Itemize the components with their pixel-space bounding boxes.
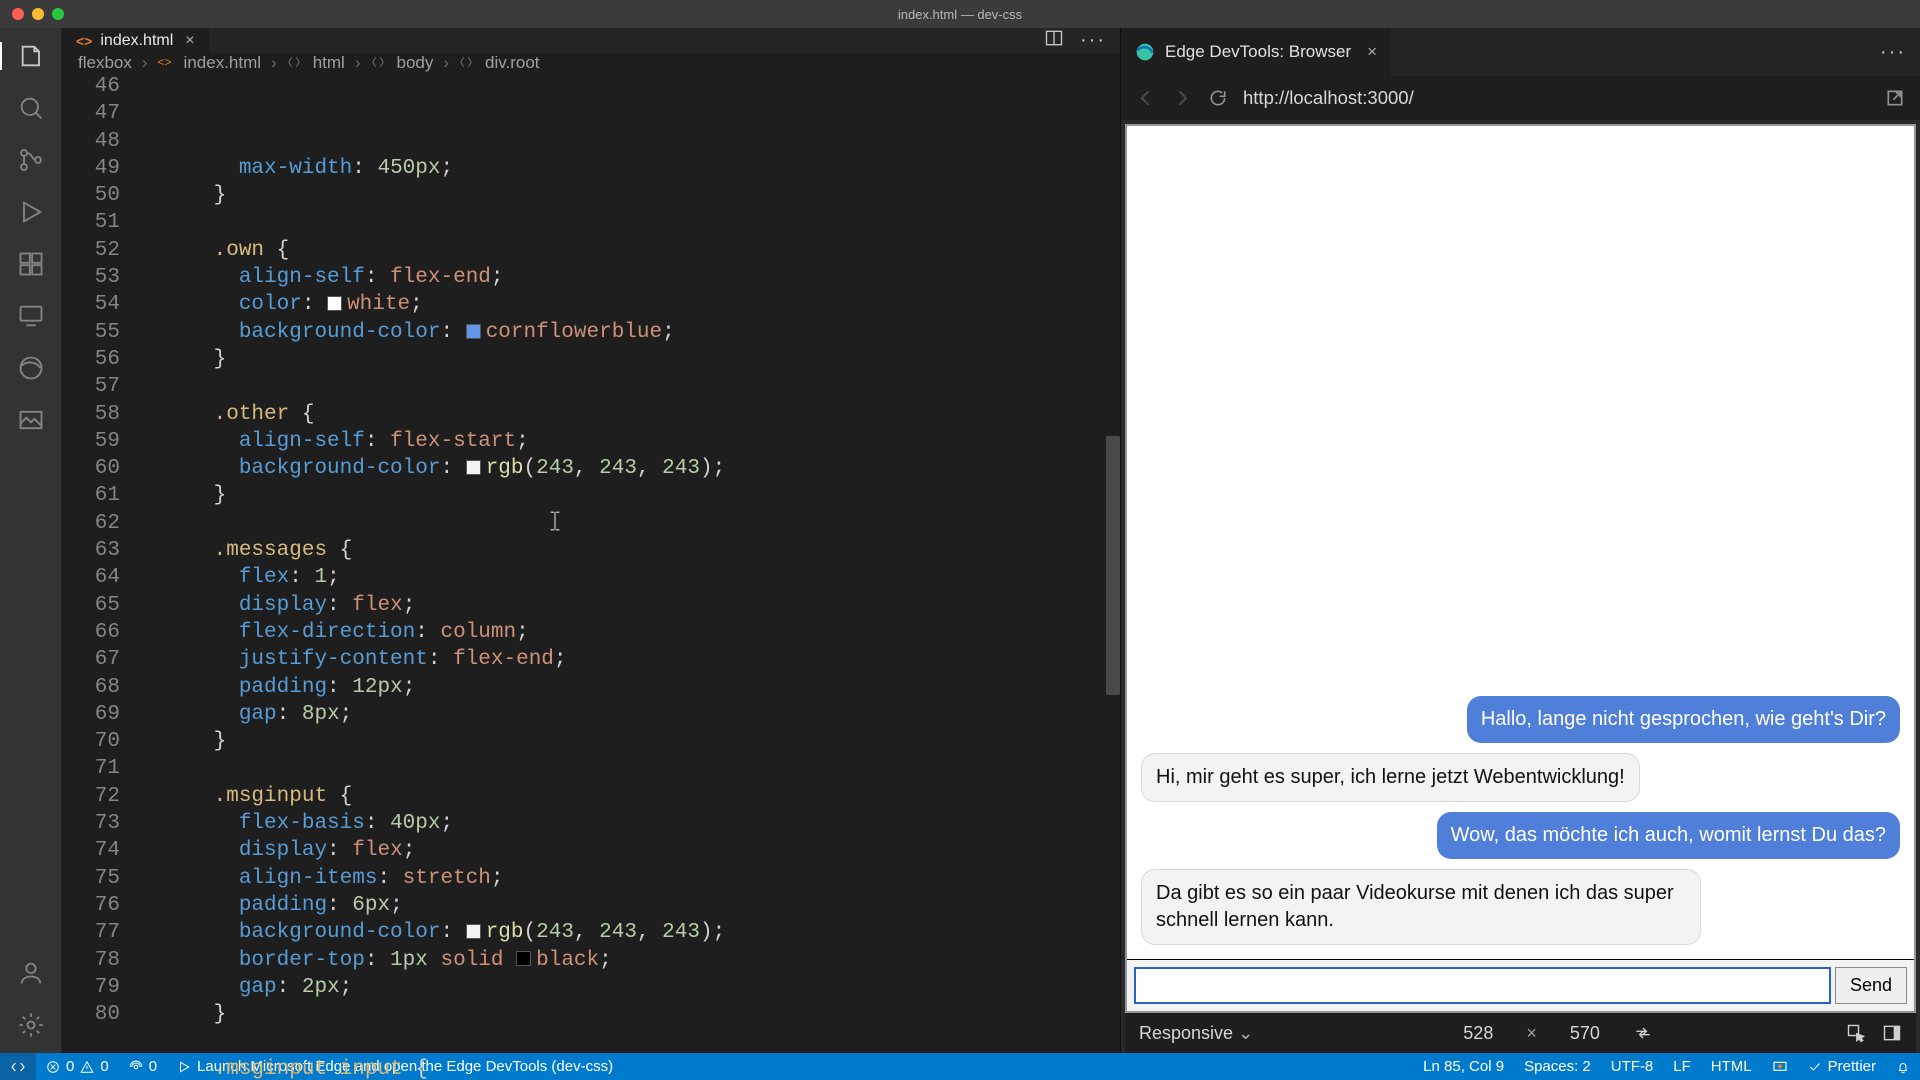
device-mode-select[interactable]: Responsive ⌄ xyxy=(1139,1023,1253,1044)
tab-edge-devtools[interactable]: Edge DevTools: Browser × xyxy=(1121,28,1391,76)
chat-bubble-other: Da gibt es so ein paar Videokurse mit de… xyxy=(1141,869,1701,945)
breadcrumb-html[interactable]: html xyxy=(313,53,345,73)
url-bar[interactable]: http://localhost:3000/ xyxy=(1243,87,1870,109)
cursor-position[interactable]: Ln 85, Col 9 xyxy=(1413,1053,1514,1080)
image-preview-icon[interactable] xyxy=(17,406,45,434)
nav-back-icon[interactable] xyxy=(1135,87,1157,109)
color-swatch-icon[interactable] xyxy=(327,296,342,311)
viewport-width-input[interactable] xyxy=(1446,1023,1510,1044)
breadcrumb-body[interactable]: body xyxy=(397,53,434,73)
code-editor[interactable]: 4647484950515253545556575859606162636465… xyxy=(62,73,1120,1080)
workbench: <> index.html × ··· flexbox › <> index.h… xyxy=(0,28,1920,1053)
dimension-separator: × xyxy=(1526,1023,1537,1044)
html-file-icon: <> xyxy=(158,55,174,71)
notifications-icon[interactable] xyxy=(1886,1053,1920,1080)
language-mode[interactable]: HTML xyxy=(1701,1053,1762,1080)
preview-viewport: Hallo, lange nicht gesprochen, wie geht'… xyxy=(1121,120,1920,1053)
close-window-button[interactable] xyxy=(12,8,24,20)
tab-close-icon[interactable]: × xyxy=(1367,42,1377,62)
minimize-window-button[interactable] xyxy=(32,8,44,20)
editor-scrollbar[interactable] xyxy=(1106,73,1120,1080)
more-actions-icon[interactable]: ··· xyxy=(1080,29,1106,52)
settings-gear-icon[interactable] xyxy=(17,1011,45,1039)
remote-explorer-icon[interactable] xyxy=(17,302,45,330)
browser-toolbar: http://localhost:3000/ xyxy=(1121,76,1920,120)
color-swatch-icon[interactable] xyxy=(466,924,481,939)
maximize-window-button[interactable] xyxy=(52,8,64,20)
breadcrumb-file[interactable]: index.html xyxy=(184,53,261,73)
color-swatch-icon[interactable] xyxy=(516,951,531,966)
editor-actions: ··· xyxy=(1030,28,1120,53)
viewport-height-input[interactable] xyxy=(1553,1023,1617,1044)
tab-index-html[interactable]: <> index.html × xyxy=(62,28,209,53)
breadcrumb-folder[interactable]: flexbox xyxy=(78,53,132,73)
element-selector-icon[interactable] xyxy=(1846,1023,1866,1043)
breadcrumbs[interactable]: flexbox › <> index.html › html › body › … xyxy=(62,53,1120,73)
indentation-status[interactable]: Spaces: 2 xyxy=(1514,1053,1601,1080)
encoding-status[interactable]: UTF-8 xyxy=(1601,1053,1664,1080)
chat-bubble-own: Hallo, lange nicht gesprochen, wie geht'… xyxy=(1467,696,1900,743)
device-emulation-bar: Responsive ⌄ × xyxy=(1125,1013,1916,1053)
chevron-right-icon: › xyxy=(271,53,277,73)
chat-bubble-own: Wow, das möchte ich auch, womit lernst D… xyxy=(1437,812,1900,859)
edge-browser-icon xyxy=(1135,42,1155,62)
explorer-icon[interactable] xyxy=(18,42,46,70)
macos-titlebar: index.html — dev-css xyxy=(0,0,1920,28)
more-actions-icon[interactable]: ··· xyxy=(1866,28,1920,76)
accounts-icon[interactable] xyxy=(17,959,45,987)
rotate-icon[interactable] xyxy=(1633,1023,1653,1043)
edge-tools-icon[interactable] xyxy=(17,354,45,382)
split-editor-icon[interactable] xyxy=(1044,28,1064,53)
symbol-icon xyxy=(459,55,475,71)
chevron-right-icon: › xyxy=(355,53,361,73)
devtools-column: Edge DevTools: Browser × ··· http://loca… xyxy=(1120,28,1920,1053)
chat-messages: Hallo, lange nicht gesprochen, wie geht'… xyxy=(1127,126,1914,959)
chat-text-input[interactable] xyxy=(1134,967,1831,1004)
devtools-tab-label: Edge DevTools: Browser xyxy=(1165,42,1351,62)
tab-close-icon[interactable]: × xyxy=(185,32,194,50)
prettier-status[interactable]: Prettier xyxy=(1798,1053,1886,1080)
window-controls xyxy=(12,8,64,20)
send-button[interactable]: Send xyxy=(1835,967,1907,1004)
rendered-page[interactable]: Hallo, lange nicht gesprochen, wie geht'… xyxy=(1125,124,1916,1013)
chevron-right-icon: › xyxy=(142,53,148,73)
editor-column: <> index.html × ··· flexbox › <> index.h… xyxy=(62,28,1120,1053)
chat-input-row: Send xyxy=(1127,959,1914,1011)
chevron-right-icon: › xyxy=(443,53,449,73)
extensions-icon[interactable] xyxy=(17,250,45,278)
code-content[interactable]: max-width: 450px; } .own { align-self: f… xyxy=(138,73,1120,1080)
line-number-gutter: 4647484950515253545556575859606162636465… xyxy=(62,73,138,1080)
open-external-icon[interactable] xyxy=(1884,87,1906,109)
symbol-icon xyxy=(287,55,303,71)
chat-bubble-other: Hi, mir geht es super, ich lerne jetzt W… xyxy=(1141,753,1640,802)
symbol-icon xyxy=(371,55,387,71)
color-swatch-icon[interactable] xyxy=(466,460,481,475)
nav-forward-icon[interactable] xyxy=(1171,87,1193,109)
chevron-down-icon: ⌄ xyxy=(1238,1023,1253,1043)
eol-status[interactable]: LF xyxy=(1663,1053,1701,1080)
dock-side-icon[interactable] xyxy=(1882,1023,1902,1043)
remote-indicator[interactable] xyxy=(0,1053,36,1080)
screencast-indicator[interactable] xyxy=(1762,1053,1798,1080)
editor-tab-bar: <> index.html × ··· xyxy=(62,28,1120,53)
devtools-tab-bar: Edge DevTools: Browser × ··· xyxy=(1121,28,1920,76)
breadcrumb-divroot[interactable]: div.root xyxy=(485,53,540,73)
activity-bar xyxy=(0,28,62,1053)
run-debug-icon[interactable] xyxy=(17,198,45,226)
reload-icon[interactable] xyxy=(1207,87,1229,109)
search-icon[interactable] xyxy=(17,94,45,122)
window-title: index.html — dev-css xyxy=(898,7,1022,22)
tab-label: index.html xyxy=(100,32,173,50)
color-swatch-icon[interactable] xyxy=(466,324,481,339)
source-control-icon[interactable] xyxy=(17,146,45,174)
html-file-icon: <> xyxy=(76,33,92,49)
